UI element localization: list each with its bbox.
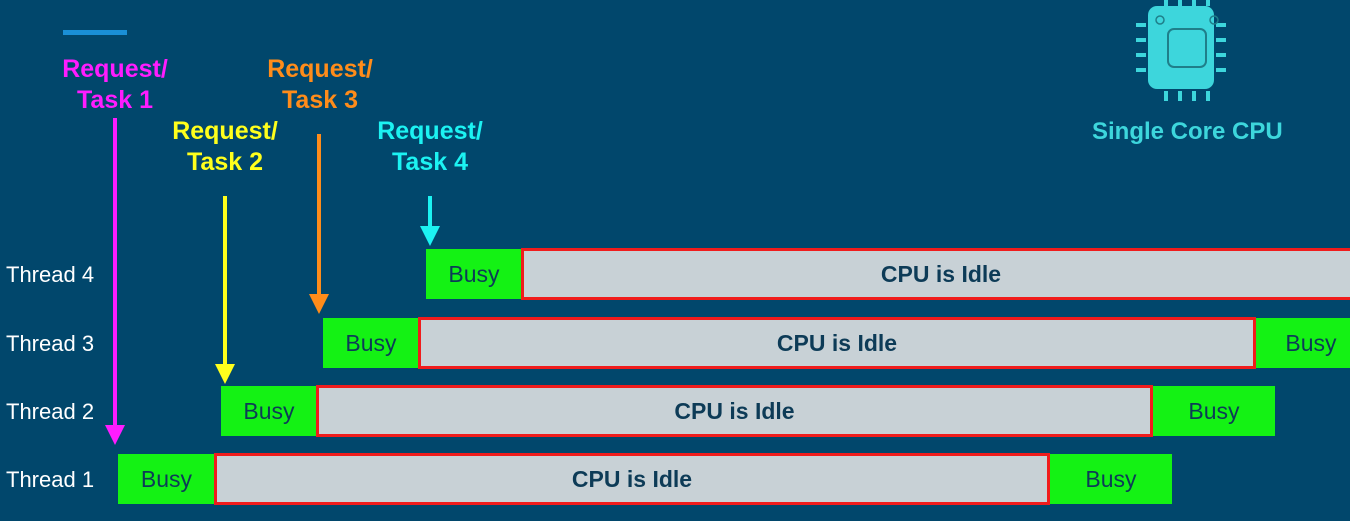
idle-block: CPU is Idle (214, 453, 1050, 505)
title-underline (63, 30, 127, 35)
busy-block: Busy (221, 386, 317, 436)
busy-block-end: Busy (1256, 318, 1350, 368)
thread-label: Thread 2 (6, 399, 95, 424)
request-1-line2: Task 1 (77, 86, 153, 114)
busy-block: Busy (323, 318, 419, 368)
request-3-line1: Request/ (267, 55, 373, 83)
request-2-line1: Request/ (172, 117, 278, 145)
busy-block-end: Busy (1050, 454, 1172, 504)
request-label-1: Request/Task 1 (35, 54, 195, 116)
idle-block: CPU is Idle (316, 385, 1153, 437)
request-4-line1: Request/ (377, 117, 483, 145)
idle-block: CPU is Idle (521, 248, 1350, 300)
request-1-line1: Request/ (62, 55, 168, 83)
busy-block-end: Busy (1153, 386, 1275, 436)
request-3-line2: Task 3 (282, 86, 358, 114)
request-label-3: Request/Task 3 (240, 54, 400, 116)
thread-label: Thread 3 (6, 331, 95, 356)
request-4-line2: Task 4 (392, 148, 468, 176)
request-label-4: Request/Task 4 (350, 116, 510, 178)
thread-label: Thread 4 (6, 262, 95, 287)
idle-block: CPU is Idle (418, 317, 1256, 369)
cpu-chip-icon (1136, 0, 1226, 101)
request-2-line2: Task 2 (187, 148, 263, 176)
busy-block: Busy (426, 249, 522, 299)
thread-label: Thread 1 (6, 467, 95, 492)
busy-block: Busy (118, 454, 215, 504)
cpu-label: Single Core CPU (1092, 118, 1283, 145)
request-label-2: Request/Task 2 (145, 116, 305, 178)
